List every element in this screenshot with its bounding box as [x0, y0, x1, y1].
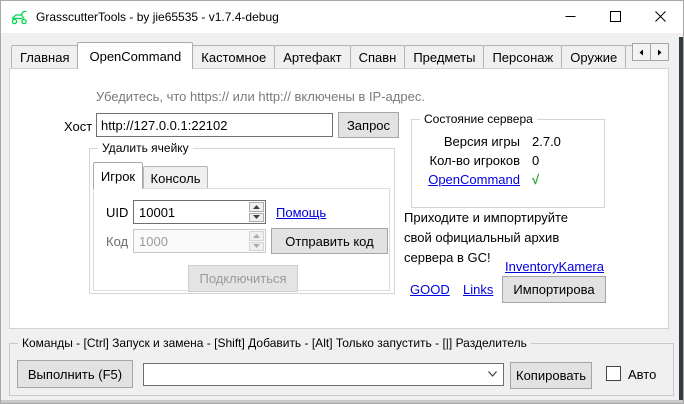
import-button[interactable]: Импортирова — [502, 276, 606, 303]
code-label: Код — [106, 234, 128, 249]
commands-title: Команды - [Ctrl] Запуск и замена - [Shif… — [18, 336, 531, 350]
send-code-button[interactable]: Отправить код — [271, 228, 388, 254]
spin-down-icon — [253, 215, 260, 219]
code-input — [134, 230, 248, 252]
server-status-title: Состояние сервера — [420, 112, 537, 126]
game-version-label: Версия игры — [418, 134, 520, 149]
tab-akkaunt[interactable]: Аккаунт — [625, 45, 632, 68]
app-logo-icon — [10, 9, 29, 25]
uid-spin-buttons — [248, 201, 265, 223]
game-version-value: 2.7.0 — [532, 134, 561, 149]
copy-button[interactable]: Копировать — [510, 362, 592, 389]
titlebar: GrasscutterTools - by jie65535 - v1.7.4-… — [1, 1, 683, 33]
code-stepper — [133, 229, 266, 253]
opencommand-link[interactable]: OpenCommand — [418, 172, 520, 187]
query-button[interactable]: Запрос — [338, 112, 399, 138]
code-spin-buttons — [248, 230, 265, 252]
tab-console[interactable]: Консоль — [143, 166, 208, 189]
spin-up-button — [249, 231, 264, 241]
import-text-line2: свой официальный архив — [404, 230, 559, 245]
host-hint-text: Убедитесь, что https:// или http:// вклю… — [96, 89, 425, 104]
player-count-row: Кол-во игроков 0 — [418, 153, 598, 168]
maximize-button[interactable] — [593, 1, 638, 32]
tab-artefakt[interactable]: Артефакт — [274, 45, 350, 68]
connect-button[interactable]: Подключиться — [188, 265, 298, 292]
tab-kastomnoe[interactable]: Кастомное — [192, 45, 275, 68]
uid-label: UID — [106, 205, 128, 220]
host-input[interactable] — [96, 113, 333, 137]
opencommand-page: Убедитесь, что https:// или http:// вклю… — [9, 68, 669, 329]
tab-scroll-right-button[interactable] — [650, 43, 669, 61]
help-link[interactable]: Помощь — [276, 205, 326, 220]
host-label: Хост — [64, 119, 92, 134]
window-shadow-bottom — [1, 400, 683, 403]
inventorykamera-link[interactable]: InventoryKamera — [505, 259, 604, 274]
spin-up-button[interactable] — [249, 202, 264, 212]
close-button[interactable] — [638, 1, 683, 32]
minimize-icon — [565, 11, 576, 22]
run-button[interactable]: Выполнить (F5) — [17, 360, 133, 388]
server-status-group: Состояние сервера Версия игры 2.7.0 Кол-… — [411, 119, 605, 208]
command-combobox[interactable] — [143, 363, 504, 386]
arrow-right-icon — [656, 49, 663, 56]
spin-down-button — [249, 242, 264, 252]
commands-group: Команды - [Ctrl] Запуск и замена - [Shif… — [9, 343, 674, 396]
chevron-down-icon — [488, 371, 497, 377]
maximize-icon — [610, 11, 621, 22]
good-link[interactable]: GOOD — [410, 282, 450, 297]
uid-stepper[interactable] — [133, 200, 266, 224]
tab-player[interactable]: Игрок — [93, 162, 143, 189]
import-text-line1: Приходите и импортируйте — [404, 210, 568, 225]
opencommand-check-icon: √ — [532, 172, 539, 187]
spin-down-icon — [253, 244, 260, 248]
window-controls — [548, 1, 683, 32]
window-title: GrasscutterTools - by jie65535 - v1.7.4-… — [36, 10, 279, 24]
tab-personazh[interactable]: Персонаж — [483, 45, 562, 68]
links-link[interactable]: Links — [463, 282, 493, 297]
app-window: GrasscutterTools - by jie65535 - v1.7.4-… — [0, 0, 684, 404]
spin-down-button[interactable] — [249, 213, 264, 223]
uid-input[interactable] — [134, 201, 248, 223]
tab-predmety[interactable]: Предметы — [404, 45, 484, 68]
tab-opencommand[interactable]: OpenCommand — [77, 42, 193, 69]
minimize-button[interactable] — [548, 1, 593, 32]
auto-checkbox-label: Авто — [628, 367, 656, 382]
tab-scroll-buttons — [632, 43, 668, 61]
tab-spavn[interactable]: Спавн — [350, 45, 406, 68]
spin-up-icon — [253, 234, 260, 238]
delete-cell-group: Удалить ячейку Игрок Консоль UID Помощь … — [89, 148, 395, 294]
arrow-left-icon — [638, 49, 645, 56]
server-version-row: Версия игры 2.7.0 — [418, 134, 598, 149]
player-count-label: Кол-во игроков — [418, 153, 520, 168]
import-text-line3: сервера в GC! — [404, 250, 491, 265]
tab-glavnaya[interactable]: Главная — [11, 45, 78, 68]
spin-up-icon — [253, 205, 260, 209]
main-tabstrip: Главная OpenCommand Кастомное Артефакт С… — [11, 41, 632, 69]
close-icon — [655, 11, 666, 22]
tab-scroll-left-button[interactable] — [632, 43, 651, 61]
player-count-value: 0 — [532, 153, 539, 168]
window-shadow-right — [679, 37, 683, 400]
delete-cell-title: Удалить ячейку — [98, 141, 193, 155]
tab-oruzhie[interactable]: Оружие — [561, 45, 626, 68]
opencommand-status-row: OpenCommand √ — [418, 172, 598, 187]
auto-checkbox[interactable] — [606, 366, 621, 381]
